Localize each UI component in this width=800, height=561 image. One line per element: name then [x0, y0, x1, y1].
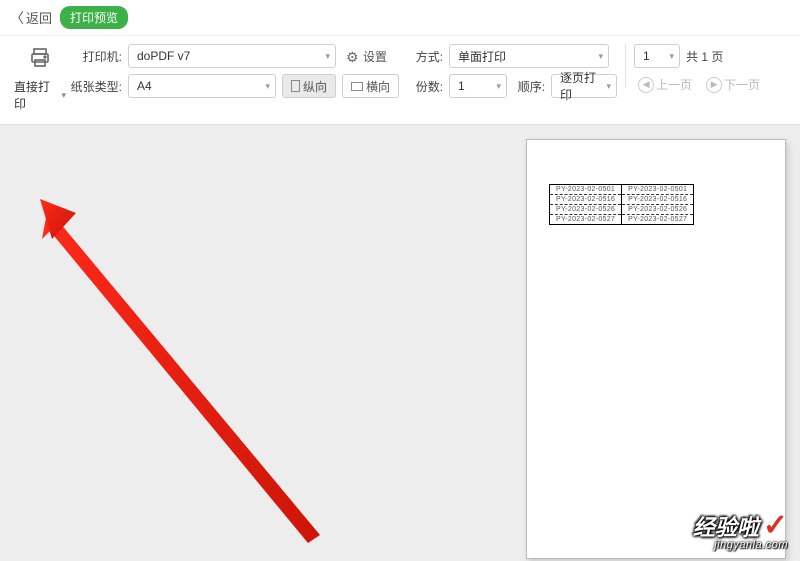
watermark: 经验啦✓ jingyanla.com [693, 508, 788, 551]
print-label: 直接打印 [14, 78, 59, 112]
settings-button[interactable]: ⚙ 设置 [342, 45, 391, 68]
paper-select[interactable]: A4 [128, 74, 276, 98]
table-row: PY-2023-02-0526PY-2023-02-0526 [550, 205, 694, 215]
prev-page-button[interactable]: ◀ 上一页 [634, 74, 696, 95]
paper-label: 纸张类型: [70, 78, 122, 95]
arrow-right-icon: ▶ [706, 77, 722, 93]
back-button[interactable]: 〈 返回 [10, 8, 52, 28]
toolbar: 直接打印▾ 打印机: doPDF v7 ⚙ 设置 纸张类型: A4 纵向 横向 [0, 36, 800, 125]
table-row: PY-2023-02-0501PY-2023-02-0501 [550, 185, 694, 195]
preview-page: PY-2023-02-0501PY-2023-02-0501 PY-2023-0… [526, 139, 786, 559]
check-icon: ✓ [763, 508, 788, 543]
landscape-icon [351, 82, 363, 91]
table-row: PY-2023-02-0527PY-2023-02-0527 [550, 215, 694, 225]
side-select[interactable]: 单面打印 [449, 44, 609, 68]
preview-workspace: PY-2023-02-0501PY-2023-02-0501 PY-2023-0… [0, 125, 800, 561]
copies-input[interactable]: 1 [449, 74, 507, 98]
annotation-arrow-icon [30, 195, 350, 555]
chevron-left-icon: 〈 [10, 8, 24, 28]
title-badge: 打印预览 [60, 6, 128, 29]
orientation-landscape-button[interactable]: 横向 [342, 74, 399, 98]
page-input[interactable]: 1 [634, 44, 680, 68]
order-label: 顺序: [513, 78, 545, 95]
header-bar: 〈 返回 打印预览 [0, 0, 800, 36]
next-page-button[interactable]: ▶ 下一页 [702, 74, 764, 95]
print-button[interactable]: 直接打印▾ [14, 44, 66, 112]
gear-icon: ⚙ [346, 49, 360, 63]
back-label: 返回 [26, 8, 52, 27]
printer-select[interactable]: doPDF v7 [128, 44, 336, 68]
orientation-portrait-button[interactable]: 纵向 [282, 74, 336, 98]
divider [625, 44, 626, 88]
portrait-icon [291, 80, 300, 92]
printer-icon [28, 46, 52, 76]
table-row: PY-2023-02-0516PY-2023-02-0516 [550, 195, 694, 205]
preview-table: PY-2023-02-0501PY-2023-02-0501 PY-2023-0… [549, 184, 694, 225]
copies-label: 份数: [409, 78, 443, 95]
printer-label: 打印机: [70, 48, 122, 65]
page-total: 共 1 页 [686, 48, 723, 65]
side-label: 方式: [409, 48, 443, 65]
caret-down-icon: ▾ [61, 90, 66, 101]
order-select[interactable]: 逐页打印 [551, 74, 617, 98]
arrow-left-icon: ◀ [638, 77, 654, 93]
